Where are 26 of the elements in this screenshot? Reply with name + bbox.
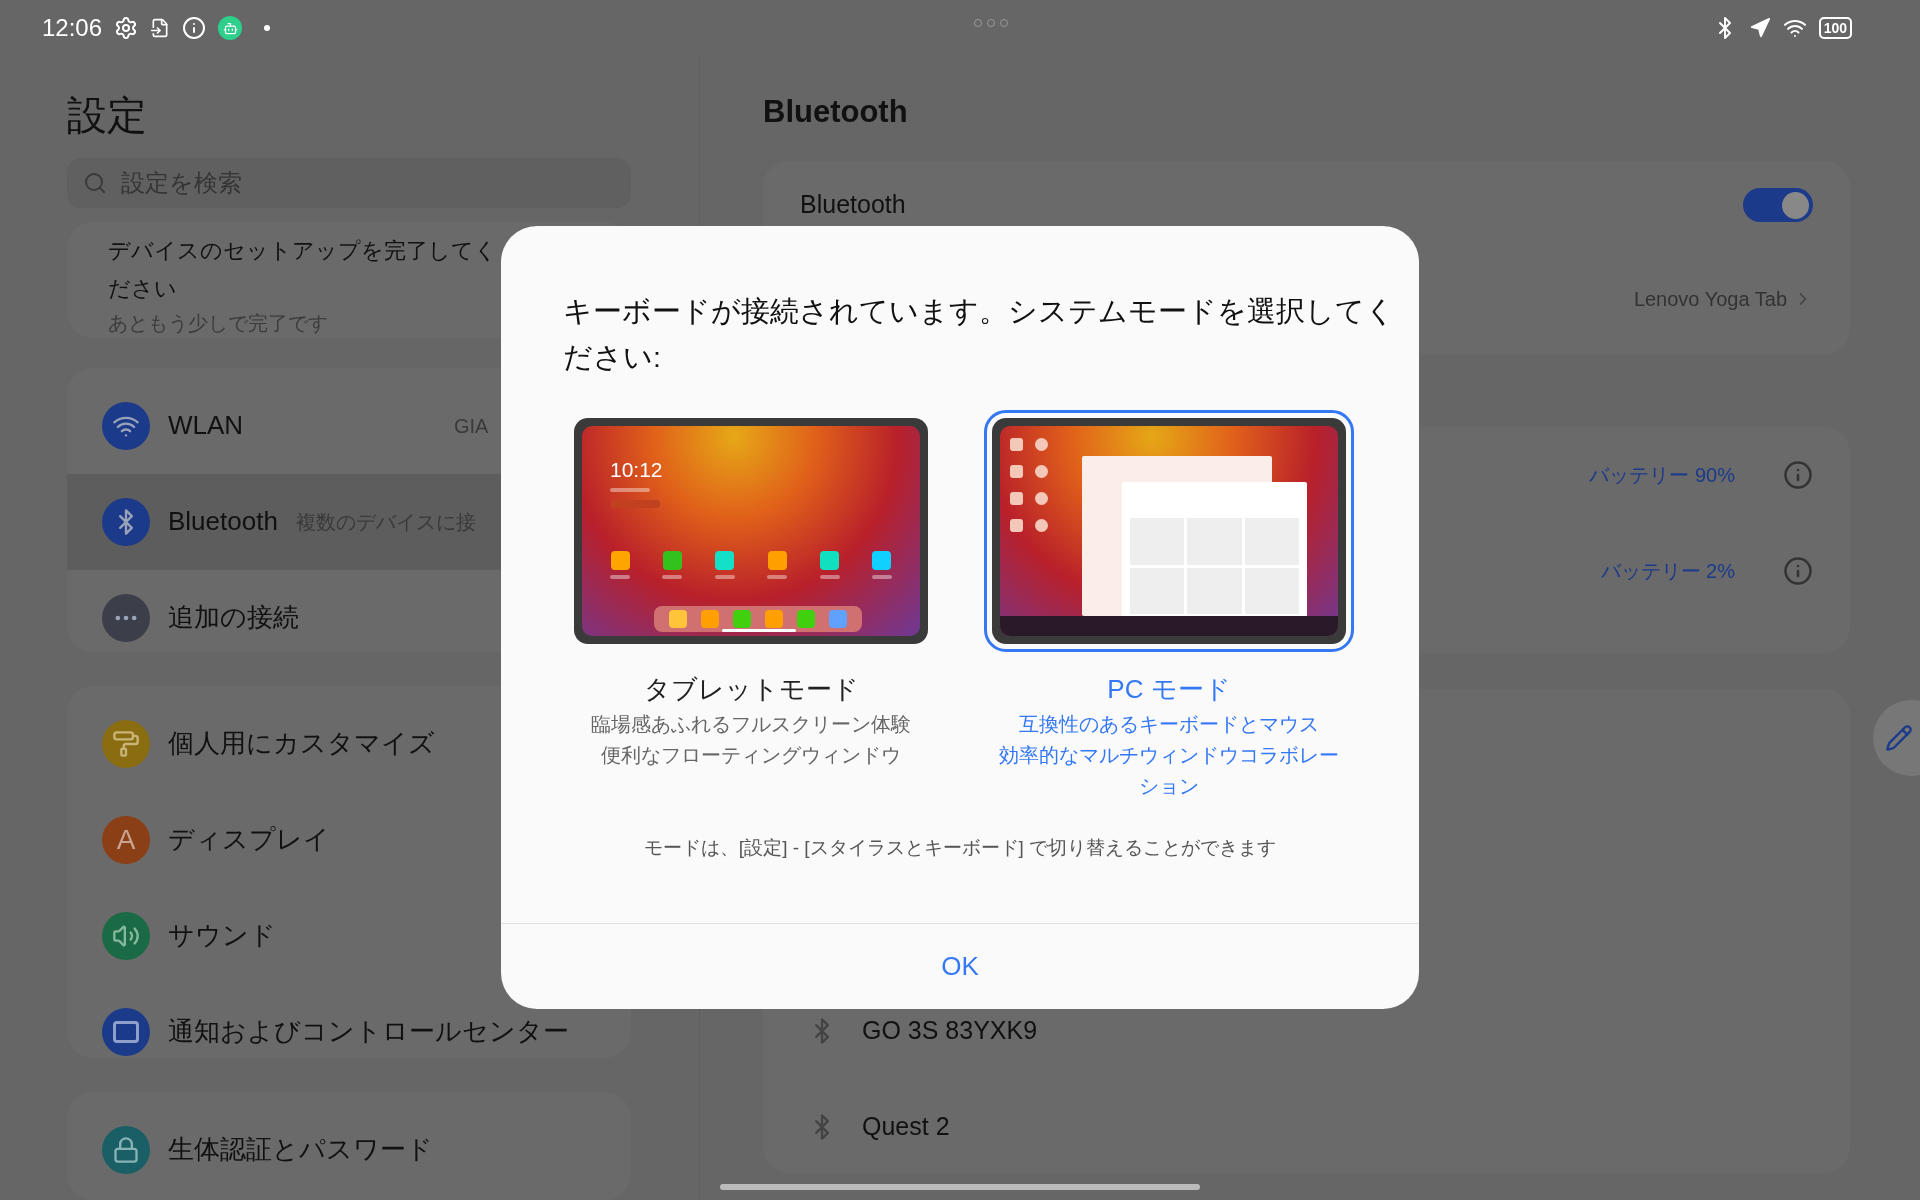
mode-title: タブレットモード [643, 673, 859, 706]
battery-text: バッテリー 2% [1600, 559, 1735, 584]
mode-title: PC モード [1107, 673, 1231, 706]
item-label: 生体認証とパスワード [168, 1133, 433, 1167]
mode-description: 互換性のあるキーボードとマウス [1018, 712, 1320, 737]
item-label: WLAN [168, 409, 244, 443]
mode-description: 臨場感あふれるフルスクリーン体験 [590, 712, 912, 737]
item-label: サウンド [168, 919, 276, 953]
battery-level-text: 100 [1823, 18, 1847, 38]
device-name: GO 3S 83YXK9 [862, 1015, 1038, 1047]
battery-text: バッテリー 90% [1589, 463, 1735, 488]
letter-icon-text: A [116, 822, 136, 857]
item-label: 追加の接続 [168, 601, 299, 635]
dialog-note: モードは、[設定] - [スタイラスとキーボード] で切り替えることができます [642, 836, 1278, 860]
page-title: Bluetooth [763, 93, 909, 131]
settings-title: 設定 [67, 92, 148, 139]
bluetooth-label: Bluetooth [800, 189, 906, 221]
item-label: Bluetooth [168, 505, 278, 539]
item-label: 個人用にカスタマイズ [168, 727, 435, 761]
item-label: 通知およびコントロールセンター [168, 1015, 569, 1049]
mode-description: 効率的なマルチウィンドウコラボレーション [998, 743, 1340, 799]
setup-title: デバイスのセットアップを完了してください [108, 236, 498, 303]
device-name: Quest 2 [862, 1111, 950, 1143]
mode-description: 便利なフローティングウィンドウ [600, 743, 902, 768]
item-label: ディスプレイ [168, 823, 330, 857]
time-text: 12:06 [42, 13, 103, 43]
